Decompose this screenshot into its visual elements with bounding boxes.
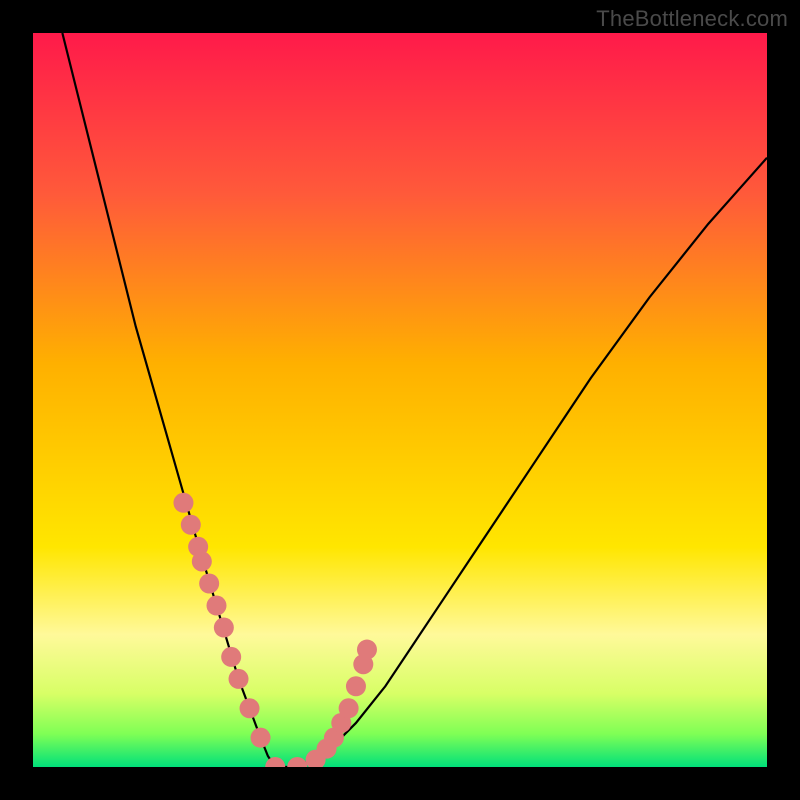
data-marker [346,676,366,696]
data-marker [207,596,227,616]
watermark-text: TheBottleneck.com [596,6,788,32]
data-marker [181,515,201,535]
data-marker [192,551,212,571]
data-marker [357,640,377,660]
data-marker [214,618,234,638]
data-marker [339,698,359,718]
data-marker [229,669,249,689]
data-marker [251,728,271,748]
gradient-background [33,33,767,767]
chart-plot [33,33,767,767]
data-marker [199,574,219,594]
data-marker [173,493,193,513]
data-marker [221,647,241,667]
data-marker [240,698,260,718]
chart-frame: TheBottleneck.com [0,0,800,800]
